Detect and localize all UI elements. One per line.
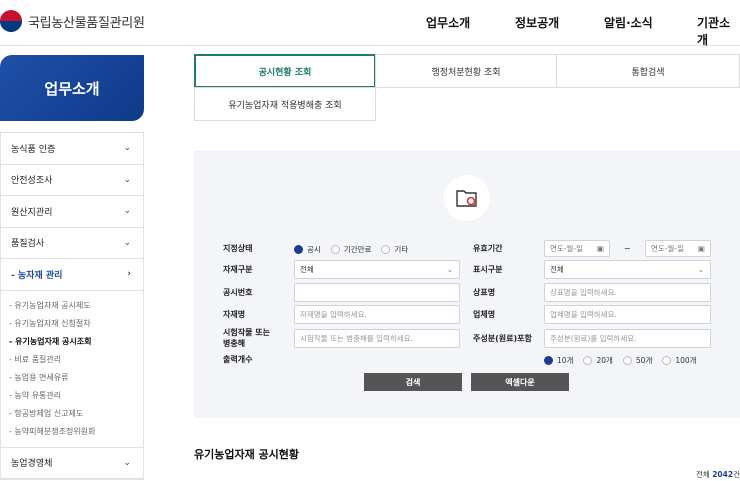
nav-item-news[interactable]: 알림·소식 bbox=[604, 14, 653, 31]
result-title: 유기농업자재 공시현황 bbox=[194, 448, 300, 461]
tab-pest-lookup[interactable]: 유기농업자재 적용병해충 조회 bbox=[194, 87, 376, 121]
chevron-down-icon: ⌄ bbox=[697, 265, 704, 274]
tab-admin-action[interactable]: 행정처분현황 조회 bbox=[375, 54, 557, 88]
submenu-item[interactable]: - 유기농업자재 신청절차 bbox=[9, 315, 143, 333]
chevron-right-icon: › bbox=[127, 269, 131, 280]
submenu-item[interactable]: - 항공방제업 신고제도 bbox=[9, 405, 143, 423]
submenu-item[interactable]: - 비료 품질관리 bbox=[9, 351, 143, 369]
sidebar-menu: 농식품 인증 ⌄ 안전성조사 ⌄ 원산지관리 ⌄ 품질검사 ⌄ - 농자재 관리… bbox=[0, 132, 144, 480]
material-name-input[interactable]: 자재명을 입력하세요. bbox=[294, 305, 460, 324]
status-radio-group: 공시 기간만료 기타 bbox=[294, 244, 418, 255]
chevron-down-icon: ⌄ bbox=[123, 457, 131, 468]
tab-integrated-search[interactable]: 통합검색 bbox=[556, 54, 740, 88]
output-count-radio-group: 10개 20개 50개 100개 bbox=[544, 355, 707, 366]
radio-option-100[interactable]: 100개 bbox=[662, 355, 697, 366]
display-type-select[interactable]: 전체 ⌄ bbox=[544, 260, 711, 279]
chevron-down-icon: ⌄ bbox=[123, 174, 131, 185]
crop-label-line2: 병충해 bbox=[223, 339, 246, 348]
nav-item-about[interactable]: 기관소개 bbox=[697, 14, 740, 48]
radio-checked-icon bbox=[544, 356, 553, 365]
material-type-label: 자재구분 bbox=[223, 265, 253, 274]
submenu-item[interactable]: - 농약피해분쟁조정위원회 bbox=[9, 423, 143, 441]
company-label: 업체명 bbox=[473, 310, 496, 319]
chevron-down-icon: ⌄ bbox=[123, 143, 131, 154]
calendar-icon: ▣ bbox=[697, 244, 705, 253]
search-panel: 지정상태 공시 기간만료 기타 유효기간 연도-월-일 ▣ ~ 연도-월-일 ▣ 자… bbox=[194, 150, 740, 418]
chevron-down-icon: ⌄ bbox=[123, 237, 131, 248]
submenu-item[interactable]: - 유기농업자재 공시제도 bbox=[9, 297, 143, 315]
sidebar-item-materials[interactable]: - 농자재 관리 › bbox=[1, 259, 143, 291]
sidebar-item-origin[interactable]: 원산지관리 ⌄ bbox=[1, 196, 143, 228]
ingredient-input[interactable]: 주성분(원료)를 입력하세요. bbox=[544, 329, 711, 348]
output-count-label: 출력개수 bbox=[223, 355, 253, 364]
sidebar-item-quality[interactable]: 품질검사 ⌄ bbox=[1, 228, 143, 259]
site-header: 국립농산물품질관리원 업무소개 정보공개 알림·소식 기관소개 bbox=[0, 0, 740, 47]
result-count: 전체 2042건 bbox=[696, 470, 740, 479]
radio-option-notice[interactable]: 공시 bbox=[294, 244, 321, 255]
radio-option-50[interactable]: 50개 bbox=[622, 355, 652, 366]
tab-notice-status[interactable]: 공시현황 조회 bbox=[194, 54, 376, 88]
ingredient-label: 주성분(원료)포함 bbox=[473, 334, 532, 343]
submenu-item[interactable]: - 농약 유통관리 bbox=[9, 387, 143, 405]
brand-label: 상표명 bbox=[473, 288, 496, 297]
validity-label: 유효기간 bbox=[473, 244, 503, 253]
calendar-icon: ▣ bbox=[596, 244, 604, 253]
material-name-label: 자재명 bbox=[223, 310, 246, 319]
sidebar-item-label: 원산지관리 bbox=[11, 207, 53, 218]
submenu-item[interactable]: - 농업용 면세유류 bbox=[9, 369, 143, 387]
radio-checked-icon bbox=[294, 245, 303, 254]
sidebar-item-safety[interactable]: 안전성조사 ⌄ bbox=[1, 165, 143, 196]
brand-input[interactable]: 상표명을 입력하세요. bbox=[544, 283, 711, 302]
notice-no-label: 공시번호 bbox=[223, 288, 253, 297]
radio-unchecked-icon bbox=[330, 245, 340, 254]
excel-download-button[interactable]: 엑셀다운 bbox=[471, 373, 569, 391]
sidebar-item-label: 품질검사 bbox=[11, 239, 45, 250]
sidebar-title: 업무소개 bbox=[0, 55, 144, 121]
sidebar-item-certification[interactable]: 농식품 인증 ⌄ bbox=[1, 133, 143, 165]
display-type-label: 표시구분 bbox=[473, 265, 503, 274]
sidebar-item-label: - 농자재 관리 bbox=[11, 270, 63, 281]
result-count-number: 2042 bbox=[712, 470, 734, 479]
chevron-down-icon: ⌄ bbox=[446, 265, 453, 274]
nav-item-info[interactable]: 정보공개 bbox=[515, 14, 559, 31]
crop-input[interactable]: 시험작물 또는 병충해를 입력하세요. bbox=[294, 329, 460, 348]
notice-no-input[interactable] bbox=[294, 283, 460, 302]
folder-search-icon bbox=[444, 175, 490, 221]
radio-option-20[interactable]: 20개 bbox=[583, 355, 613, 366]
global-nav: 업무소개 정보공개 알림·소식 기관소개 bbox=[0, 14, 740, 47]
nav-item-work[interactable]: 업무소개 bbox=[426, 14, 470, 31]
date-separator: ~ bbox=[624, 244, 631, 253]
radio-option-expired[interactable]: 기간만료 bbox=[330, 244, 371, 255]
sidebar-item-farm-management[interactable]: 농업경영체 ⌄ bbox=[1, 448, 143, 479]
date-from-input[interactable]: 연도-월-일 ▣ bbox=[544, 240, 610, 257]
date-to-input[interactable]: 연도-월-일 ▣ bbox=[645, 240, 711, 257]
radio-unchecked-icon bbox=[622, 356, 632, 365]
sidebar-item-label: 농업경영체 bbox=[11, 459, 53, 470]
chevron-down-icon: ⌄ bbox=[123, 206, 131, 217]
company-input[interactable]: 업체명을 입력하세요. bbox=[544, 305, 711, 324]
sidebar-item-label: 농식품 인증 bbox=[11, 144, 56, 155]
sidebar-submenu: - 유기농업자재 공시제도 - 유기농업자재 신청절차 - 유기농업자재 공시조… bbox=[1, 290, 143, 448]
radio-unchecked-icon bbox=[662, 356, 672, 365]
radio-unchecked-icon bbox=[583, 356, 593, 365]
sidebar-item-label: 안전성조사 bbox=[11, 176, 53, 187]
status-label: 지정상태 bbox=[223, 244, 253, 253]
radio-option-other[interactable]: 기타 bbox=[381, 244, 408, 255]
crop-label-line1: 시험작물 또는 bbox=[223, 328, 270, 337]
submenu-item-active[interactable]: - 유기농업자재 공시조회 bbox=[9, 333, 143, 351]
radio-option-10[interactable]: 10개 bbox=[544, 355, 573, 366]
radio-unchecked-icon bbox=[381, 245, 391, 254]
material-type-select[interactable]: 전체 ⌄ bbox=[294, 260, 460, 279]
search-button[interactable]: 검색 bbox=[364, 373, 462, 391]
